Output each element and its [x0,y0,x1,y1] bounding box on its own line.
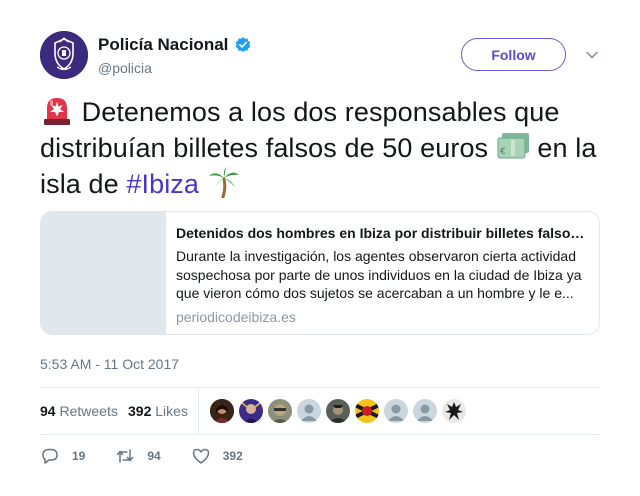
tweet-text: Detenemos a los dos responsables que dis… [40,94,600,202]
police-badge-icon [40,31,88,79]
liker-avatar-5[interactable] [326,399,350,423]
retweets-count: 94 [40,403,56,419]
retweet-icon [117,449,134,463]
verified-badge-icon [236,37,251,53]
svg-text:€: € [500,147,506,157]
likes-stat[interactable]: 392 Likes [128,403,188,419]
tweet-timestamp[interactable]: 5:53 AM - 11 Oct 2017 [40,356,179,372]
palm-tree-icon [208,167,239,198]
likers-avatars [210,399,466,423]
likes-label: Likes [155,403,188,419]
tweet-header: Policía Nacional @policia Follow [40,31,600,79]
heart-icon [192,448,209,464]
retweet-count: 94 [147,449,161,463]
retweets-stat[interactable]: 94 Retweets [40,403,118,419]
reply-action[interactable]: 19 [40,446,85,466]
like-action[interactable]: 392 [191,446,243,466]
liker-avatar-2[interactable] [239,399,263,423]
hashtag-link[interactable]: #Ibiza [126,169,199,199]
chevron-down-icon[interactable] [584,47,600,63]
retweet-action[interactable]: 94 [115,446,161,466]
retweets-label: Retweets [59,403,118,419]
reply-count: 19 [72,449,86,463]
liker-avatar-1[interactable] [210,399,234,423]
account-name[interactable]: Policía Nacional [98,35,228,55]
tweet-text-main: Detenemos a los dos responsables que dis… [40,97,560,163]
card-title[interactable]: Detenidos dos hombres en Ibiza por distr… [176,224,588,242]
liker-avatar-4[interactable] [297,399,321,423]
police-light-icon [44,98,70,125]
card-description: Durante la investigación, los agentes ob… [176,248,582,301]
stats-divider [198,388,199,435]
card-body: Detenidos dos hombres en Ibiza por distr… [176,224,588,326]
card-thumbnail [41,212,166,334]
follow-button[interactable]: Follow [461,38,566,71]
profile-avatar[interactable] [40,31,88,79]
liker-avatar-9[interactable] [442,399,466,423]
likes-count: 392 [128,403,152,419]
liker-avatar-6[interactable] [355,399,379,423]
account-handle[interactable]: @policia [98,60,152,76]
like-count: 392 [222,449,243,463]
link-card[interactable]: Detenidos dos hombres en Ibiza por distr… [40,211,600,335]
tweet-actions: 19 94 392 [40,446,273,466]
liker-avatar-7[interactable] [384,399,408,423]
name-row: Policía Nacional [98,35,252,55]
tweet-stats: 94 Retweets 392 Likes [40,387,600,435]
liker-avatar-3[interactable] [268,399,292,423]
liker-avatar-8[interactable] [413,399,437,423]
euro-banknote-icon: € [497,133,529,159]
card-domain: periodicodeibiza.es [176,308,296,325]
reply-icon [42,448,58,464]
